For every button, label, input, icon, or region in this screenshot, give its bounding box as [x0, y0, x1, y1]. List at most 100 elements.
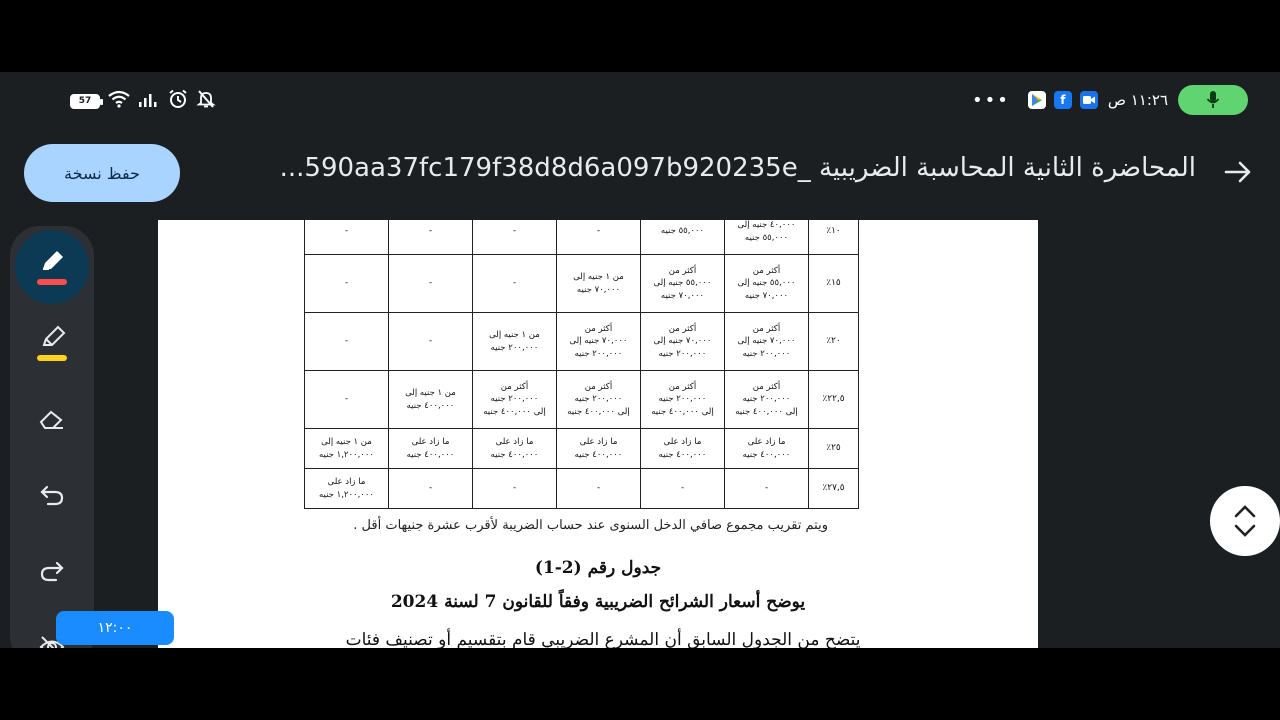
back-arrow-icon[interactable] — [1220, 154, 1256, 190]
table-cell: - — [304, 370, 389, 429]
cell-text: ٢٠٠,٠٠٠ جنيه — [742, 394, 791, 405]
table-cell: من ١ جنيه إلى ٧٠,٠٠٠ جنيه — [556, 254, 641, 313]
battery-icon: 57 — [70, 93, 103, 109]
cell-text: ما زاد على — [495, 437, 534, 448]
undo-tool[interactable] — [15, 458, 89, 532]
table-row: ٢٥٪ ما زاد على ٤٠٠,٠٠٠ جنيه ما زاد على ٤٠٠,٠… — [304, 428, 859, 469]
table-cell: - — [724, 468, 809, 509]
table-cell: أكثر من ٢٠٠,٠٠٠ جنيه إلى ٤٠٠,٠٠٠ جنيه — [472, 370, 557, 429]
cell-text: ٤٠٠,٠٠٠ جنيه — [574, 449, 623, 460]
letterbox-bottom — [0, 648, 1280, 720]
cell-text: ٥٥,٠٠٠ جنيه إلى — [653, 278, 712, 289]
facebook-icon: f — [1053, 91, 1072, 109]
cell-text: من ١ جنيه إلى — [489, 330, 540, 341]
table-cell: - — [388, 254, 473, 313]
status-right: ••• f ١١:٢٦ ص — [972, 85, 1248, 115]
redo-icon — [40, 561, 64, 582]
cell-text: ٧٠,٠٠٠ جنيه إلى — [653, 336, 712, 347]
cell-text: ما زاد على — [327, 477, 366, 488]
rate-cell: ٢٧,٥٪ — [808, 468, 859, 509]
status-clock: ١١:٢٦ ص — [1107, 91, 1168, 109]
document-viewer[interactable]: ١٠٪ ٤٠,٠٠٠ جنيه إلى ٥٥,٠٠٠ جنيه ٥٥,٠٠٠ جنيه… — [0, 220, 1280, 648]
table-cell: أكثر من ٢٠٠,٠٠٠ جنيه إلى ٤٠٠,٠٠٠ جنيه — [556, 370, 641, 429]
pen-color-indicator — [37, 279, 67, 285]
cell-text: ٢٠٠,٠٠٠ جنيه — [490, 342, 539, 353]
table-cell: أكثر من ٢٠٠,٠٠٠ جنيه إلى ٤٠٠,٠٠٠ جنيه — [640, 370, 725, 429]
table-cell: - — [304, 312, 389, 371]
cell-text: أكثر من — [584, 324, 613, 335]
rate-cell: ٢٢,٥٪ — [808, 370, 859, 429]
cell-text: - — [344, 336, 349, 347]
mic-icon — [1206, 91, 1220, 108]
table-row: ١٥٪ أكثر من ٥٥,٠٠٠ جنيه إلى ٧٠,٠٠٠ جنيه أكثر… — [304, 254, 859, 313]
cell-text: ٤٠٠,٠٠٠ جنيه — [742, 449, 791, 460]
cell-text: إلى ٤٠٠,٠٠٠ جنيه — [735, 406, 798, 417]
cell-text: - — [344, 226, 349, 237]
cell-text: أكثر من — [668, 382, 697, 393]
eraser-tool[interactable] — [15, 382, 89, 456]
cell-text: ١,٢٠٠,٠٠٠ جنيه — [318, 449, 375, 460]
cell-text: ٤٠٠,٠٠٠ جنيه — [406, 449, 455, 460]
cell-text: من ١ جنيه إلى — [573, 272, 624, 283]
cell-text: - — [344, 394, 349, 405]
status-bar: 57 ••• f ١١:٢٦ ص — [0, 72, 1280, 128]
mic-active-indicator[interactable] — [1178, 85, 1248, 115]
table-cell: - — [388, 312, 473, 371]
notifications-off-icon — [196, 89, 216, 113]
cell-text: - — [512, 278, 517, 289]
annotation-toolbar — [10, 226, 94, 648]
cell-text: أكثر من — [752, 266, 781, 277]
cell-text: - — [344, 278, 349, 289]
table-cell: ما زاد على ٤٠٠,٠٠٠ جنيه — [472, 428, 557, 469]
cell-text: أكثر من — [584, 382, 613, 393]
highlighter-tool[interactable] — [15, 306, 89, 380]
table-cell: - — [388, 220, 473, 255]
cell-text: - — [680, 483, 685, 494]
cell-text: - — [428, 483, 433, 494]
table-cell: أكثر من ٢٠٠,٠٠٠ جنيه إلى ٤٠٠,٠٠٠ جنيه — [724, 370, 809, 429]
cell-text: أكثر من — [500, 382, 529, 393]
cell-text: إلى ٤٠٠,٠٠٠ جنيه — [567, 406, 630, 417]
table-cell: من ١ جنيه إلى ١,٢٠٠,٠٠٠ جنيه — [304, 428, 389, 469]
cell-text: ٥٥,٠٠٠ جنيه إلى — [737, 278, 796, 289]
table-caption-number: جدول رقم (2-1) — [534, 558, 662, 578]
tax-brackets-table: ١٠٪ ٤٠,٠٠٠ جنيه إلى ٥٥,٠٠٠ جنيه ٥٥,٠٠٠ جنيه… — [304, 220, 859, 509]
cell-text: ٥٥,٠٠٠ جنيه — [660, 226, 705, 237]
cell-text: ٢٠٠,٠٠٠ جنيه — [574, 394, 623, 405]
redo-tool[interactable] — [15, 534, 89, 608]
cell-text: ٢٠٠,٠٠٠ جنيه — [490, 394, 539, 405]
table-cell: من ١ جنيه إلى ٢٠٠,٠٠٠ جنيه — [472, 312, 557, 371]
cell-text: ما زاد على — [747, 437, 786, 448]
document-title: المحاضرة الثانية المحاسبة الضريبية _590a… — [279, 153, 1196, 183]
highlighter-color-indicator — [37, 355, 67, 361]
table-cell: أكثر من ٧٠,٠٠٠ جنيه إلى ٢٠٠,٠٠٠ جنيه — [640, 312, 725, 371]
cell-text: ما زاد على — [663, 437, 702, 448]
cell-text: أكثر من — [752, 324, 781, 335]
scroll-toggle-button[interactable] — [1210, 486, 1280, 556]
table-row: ٢٧,٥٪ - - - - - ما زاد على ١,٢٠٠,٠٠٠ جنيه — [304, 468, 859, 509]
letterbox-top — [0, 0, 1280, 72]
expand-collapse-icon — [1234, 505, 1256, 537]
rate-cell: ٢٠٪ — [808, 312, 859, 371]
save-copy-button[interactable]: حفظ نسخة — [24, 144, 180, 202]
table-cell: ما زاد على ١,٢٠٠,٠٠٠ جنيه — [304, 468, 389, 509]
cell-text: ٢٠٠,٠٠٠ جنيه — [742, 348, 791, 359]
table-cell: أكثر من ٥٥,٠٠٠ جنيه إلى ٧٠,٠٠٠ جنيه — [640, 254, 725, 313]
more-status-icon: ••• — [971, 89, 1010, 111]
timer-badge[interactable]: ١٢:٠٠ — [56, 611, 174, 645]
signal-icon — [138, 90, 160, 112]
cell-text: - — [428, 336, 433, 347]
rate-cell: ١٥٪ — [808, 254, 859, 313]
status-left: 57 — [70, 89, 216, 113]
cell-text: إلى ٤٠٠,٠٠٠ جنيه — [651, 406, 714, 417]
pen-tool[interactable] — [15, 230, 89, 304]
cell-text: ٤٠٠,٠٠٠ جنيه — [658, 449, 707, 460]
highlighter-icon — [42, 325, 66, 346]
cell-text: من ١ جنيه إلى — [321, 437, 372, 448]
cell-text: - — [428, 278, 433, 289]
document-page: ١٠٪ ٤٠,٠٠٠ جنيه إلى ٥٥,٠٠٠ جنيه ٥٥,٠٠٠ جنيه… — [158, 220, 1038, 648]
play-store-icon — [1027, 91, 1046, 109]
cell-text: ما زاد على — [411, 437, 450, 448]
cell-text: - — [512, 483, 517, 494]
table-cell: - — [472, 220, 557, 255]
